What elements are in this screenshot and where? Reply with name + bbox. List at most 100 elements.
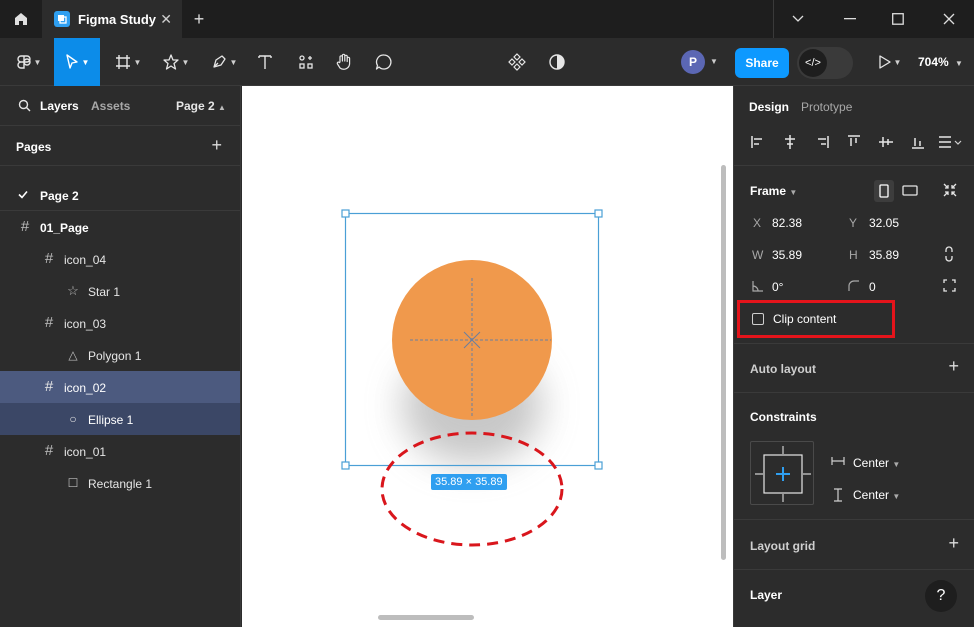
chevron-down-icon: ▼ [893, 57, 902, 67]
frame-title-label: Frame [750, 184, 787, 198]
hand-tool[interactable] [330, 38, 358, 86]
portrait-button[interactable] [874, 180, 894, 202]
minimize-button[interactable] [825, 0, 875, 38]
maximize-icon [892, 13, 904, 25]
x-input[interactable]: 82.38 [772, 216, 802, 230]
home-button[interactable] [0, 0, 42, 38]
layer-row-icon-03[interactable]: # icon_03 [0, 307, 240, 339]
layer-row-01-page[interactable]: # 01_Page [0, 211, 240, 243]
frame-tool[interactable]: ▼ [108, 38, 148, 86]
layer-row-icon-04[interactable]: # icon_04 [0, 243, 240, 275]
maximize-button[interactable] [873, 0, 923, 38]
tab-prototype[interactable]: Prototype [801, 100, 852, 114]
new-tab-button[interactable]: + [188, 8, 210, 30]
tab-assets[interactable]: Assets [91, 99, 130, 113]
main-menu-button[interactable]: ▼ [6, 38, 52, 86]
text-tool[interactable] [252, 38, 278, 86]
comment-tool[interactable] [370, 38, 398, 86]
page-switcher[interactable]: Page 2 ▲ [176, 99, 226, 113]
play-icon [878, 55, 891, 69]
pen-tool[interactable]: ▼ [204, 38, 244, 86]
zoom-menu[interactable]: 704% ▼ [918, 55, 963, 69]
horizontal-constraint-select[interactable]: Center ▼ [853, 456, 900, 470]
dev-mode-toggle[interactable]: </> [797, 47, 853, 79]
layer-label: icon_01 [64, 445, 107, 459]
shape-tool[interactable]: ▼ [156, 38, 196, 86]
avatar[interactable]: P [681, 50, 705, 74]
y-input[interactable]: 32.05 [869, 216, 899, 230]
clip-content-annotation-box [737, 300, 895, 338]
horizontal-constraint-value: Center [853, 456, 890, 470]
resize-handle-br[interactable] [594, 461, 603, 470]
add-layout-grid-button[interactable]: + [948, 533, 959, 554]
tab-design[interactable]: Design [749, 100, 789, 114]
chevron-down-icon [792, 15, 804, 22]
resources-tool[interactable] [292, 38, 320, 86]
auto-layout-title: Auto layout [750, 362, 816, 376]
minimize-icon [844, 18, 856, 20]
page-item-page-2[interactable]: Page 2 [0, 179, 240, 211]
layer-row-icon-02[interactable]: # icon_02 [0, 371, 240, 403]
create-component-button[interactable] [505, 38, 529, 86]
chevron-down-icon: ▼ [955, 59, 963, 68]
frame-icon: # [20, 218, 30, 235]
layer-row-polygon-1[interactable]: △ Polygon 1 [0, 339, 240, 371]
corner-radius-icon [848, 280, 859, 291]
move-tool[interactable]: ▼ [54, 38, 100, 86]
add-page-button[interactable]: + [211, 135, 222, 156]
rotation-input[interactable]: 0° [772, 280, 783, 294]
add-auto-layout-button[interactable]: + [948, 356, 959, 377]
help-button[interactable]: ? [925, 580, 957, 612]
constraints-widget[interactable] [750, 441, 814, 505]
align-vertical-center-icon[interactable] [878, 134, 894, 150]
vertical-constraint-select[interactable]: Center ▼ [853, 488, 900, 502]
y-label: Y [849, 216, 858, 230]
align-horizontal-center-icon[interactable] [782, 134, 798, 150]
constrain-proportions-icon[interactable] [943, 246, 955, 262]
layer-label: icon_03 [64, 317, 107, 331]
resize-to-fit-icon[interactable] [943, 183, 957, 197]
layer-row-rectangle-1[interactable]: ☐ Rectangle 1 [0, 467, 240, 499]
pen-icon [212, 55, 226, 68]
align-left-icon[interactable] [750, 134, 766, 150]
align-right-icon[interactable] [814, 134, 830, 150]
comment-icon [375, 54, 392, 70]
search-icon[interactable] [18, 99, 31, 112]
landscape-icon[interactable] [902, 185, 918, 196]
resize-handle-tr[interactable] [594, 209, 603, 218]
x-label: X [753, 216, 762, 230]
corner-radius-input[interactable]: 0 [869, 280, 876, 294]
width-input[interactable]: 35.89 [772, 248, 802, 262]
layout-grid-section: Layout grid + [734, 520, 974, 570]
layer-row-ellipse-1[interactable]: ○ Ellipse 1 [0, 403, 240, 435]
rotation-icon [752, 281, 763, 292]
independent-corners-icon[interactable] [943, 279, 956, 292]
share-button[interactable]: Share [735, 48, 789, 78]
align-bottom-icon[interactable] [910, 134, 926, 150]
contrast-icon [549, 54, 565, 70]
present-button[interactable]: ▼ [872, 38, 908, 86]
close-tab-icon[interactable]: ✕ [160, 11, 172, 28]
file-tab[interactable]: Figma Study ✕ [42, 0, 182, 38]
resize-handle-tl[interactable] [341, 209, 350, 218]
align-top-icon[interactable] [846, 134, 862, 150]
title-bar: Figma Study ✕ + [0, 0, 974, 38]
tab-layers[interactable]: Layers [40, 99, 79, 113]
close-window-button[interactable] [924, 0, 974, 38]
mask-button[interactable] [545, 38, 569, 86]
home-icon [15, 13, 27, 25]
tab-list-button[interactable] [773, 0, 823, 38]
layer-label: icon_02 [64, 381, 107, 395]
height-input[interactable]: 35.89 [869, 248, 899, 262]
resize-handle-bl[interactable] [341, 461, 350, 470]
vertical-scrollbar[interactable] [721, 165, 726, 560]
layer-row-icon-01[interactable]: # icon_01 [0, 435, 240, 467]
horizontal-scrollbar[interactable] [378, 615, 474, 620]
layer-row-star-1[interactable]: ☆ Star 1 [0, 275, 240, 307]
frame-title[interactable]: Frame ▼ [750, 184, 797, 198]
chevron-down-icon[interactable]: ▼ [710, 57, 718, 66]
code-icon: </> [799, 49, 827, 77]
canvas[interactable]: 35.89 × 35.89 [242, 86, 733, 627]
auto-layout-section: Auto layout + [734, 344, 974, 393]
distribute-menu-icon[interactable] [937, 134, 963, 150]
